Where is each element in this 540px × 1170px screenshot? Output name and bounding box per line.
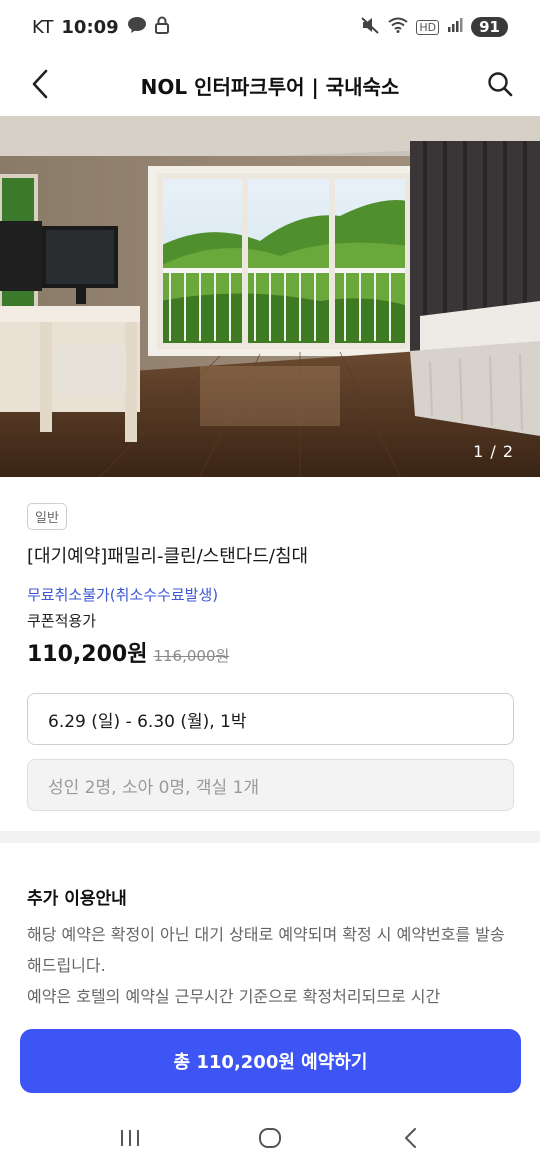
recent-apps-button[interactable]	[100, 1116, 160, 1160]
search-icon	[488, 72, 513, 97]
mute-icon	[360, 16, 380, 39]
reserve-button[interactable]: 총 110,200원 예약하기	[20, 1029, 521, 1093]
extra-info-section: 추가 이용안내 해당 예약은 확정이 아닌 대기 상태로 예약되며 확정 시 예…	[27, 884, 517, 1012]
status-carrier: KT	[32, 16, 54, 38]
section-divider	[0, 831, 540, 843]
guest-selector[interactable]: 성인 2명, 소아 0명, 객실 1개	[27, 759, 514, 811]
room-name: [대기예약]패밀리-클린/스탠다드/침대	[27, 546, 309, 567]
original-price: 116,000원	[153, 647, 230, 665]
room-photo	[0, 116, 540, 477]
extra-info-body: 해당 예약은 확정이 아닌 대기 상태로 예약되며 확정 시 예약번호를 발송해…	[27, 925, 505, 1006]
guest-count-value: 성인 2명, 소아 0명, 객실 1개	[48, 777, 260, 798]
chevron-left-icon	[405, 1128, 416, 1148]
system-nav-bar	[0, 1106, 540, 1170]
search-button[interactable]	[478, 62, 522, 106]
recent-apps-icon	[121, 1130, 139, 1146]
cancel-policy-text: 무료취소불가(취소수수료발생)	[27, 586, 219, 604]
room-photo-gallery[interactable]: 1 / 2	[0, 116, 540, 477]
hd-icon: HD	[416, 19, 440, 35]
status-time: 10:09	[61, 16, 119, 38]
date-selector[interactable]: 6.29 (일) - 6.30 (월), 1박	[27, 693, 514, 745]
lock-icon	[154, 16, 169, 39]
discounted-price: 110,200원	[27, 642, 148, 667]
photo-counter: 1 / 2	[473, 442, 514, 461]
page-title: NOL 인터파크투어 | 국내숙소	[140, 74, 400, 99]
chat-icon	[127, 16, 147, 39]
home-button[interactable]	[240, 1116, 300, 1160]
room-category-badge: 일반	[27, 503, 67, 530]
back-button[interactable]	[18, 62, 62, 106]
app-header: NOL 인터파크투어 | 국내숙소	[0, 54, 540, 116]
extra-info-title: 추가 이용안내	[27, 889, 127, 909]
coupon-price-label: 쿠폰적용가	[27, 612, 97, 630]
chevron-left-icon	[32, 69, 48, 99]
system-back-button[interactable]	[380, 1116, 440, 1160]
status-bar: KT 10:09 HD 91	[0, 0, 540, 54]
home-icon	[259, 1128, 281, 1148]
price-row: 110,200원 116,000원	[27, 636, 229, 668]
date-range-value: 6.29 (일) - 6.30 (월), 1박	[48, 711, 247, 732]
wifi-icon	[388, 17, 408, 38]
battery-indicator: 91	[471, 17, 508, 37]
signal-icon	[447, 17, 463, 38]
